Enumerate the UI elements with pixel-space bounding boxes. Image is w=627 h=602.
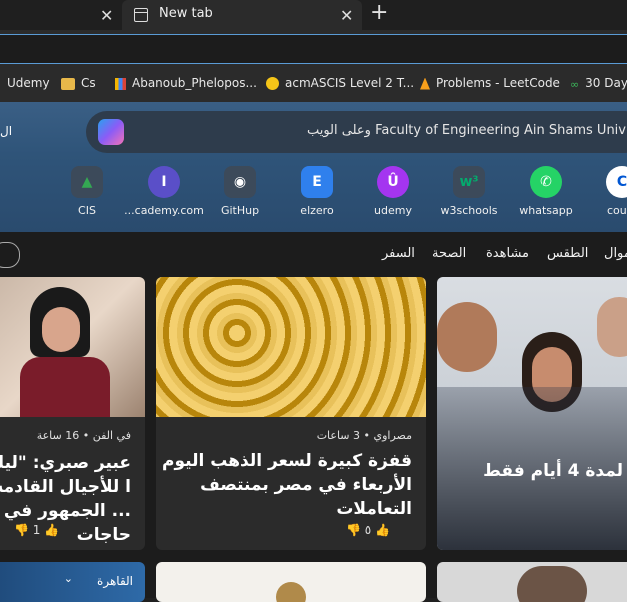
tab-new-tab[interactable]: New tab ✕ (122, 0, 362, 30)
address-bar (0, 30, 627, 66)
shortcut-cis[interactable]: ▲ CIS (47, 166, 127, 217)
category-watch[interactable]: مشاهدة (486, 246, 529, 261)
news-image (0, 277, 145, 417)
search-box[interactable]: Faculty of Engineering Ain Shams Univ وع… (86, 111, 627, 153)
news-image (276, 582, 306, 602)
bookmark-30day[interactable]: ∞ 30 Day (570, 76, 627, 91)
folder-icon (61, 77, 75, 90)
chevron-down-icon[interactable]: ⌄ (64, 572, 73, 585)
bookmarks-bar: Udemy Cs Abanoub_Phelopos... acmASCIS Le… (0, 66, 627, 103)
address-input[interactable] (0, 34, 627, 64)
news-card[interactable]: في الفن • 16 ساعة عبير صبري: "ليلة ا للأ… (0, 277, 145, 550)
news-card[interactable] (437, 562, 627, 602)
bookmark-abanoub[interactable]: Abanoub_Phelopos... (115, 76, 257, 90)
shortcut-w3schools[interactable]: w³ w3schools (429, 166, 509, 217)
close-tab-icon[interactable]: ✕ (100, 6, 113, 25)
news-headline[interactable]: لمدة 4 أيام فقط (437, 459, 623, 483)
coursera-icon: C (606, 166, 627, 198)
bookmark-udemy[interactable]: Udemy (7, 76, 50, 90)
w3schools-icon: w³ (453, 166, 485, 198)
bar-chart-icon (115, 77, 126, 90)
new-tab-page-icon (134, 8, 148, 22)
leetcode-icon (420, 77, 430, 90)
bookmark-cs[interactable]: Cs (61, 76, 96, 90)
close-tab-icon[interactable]: ✕ (340, 6, 353, 25)
category-weather[interactable]: الطقس (547, 246, 588, 261)
shortcut-udemy[interactable]: Û udemy (353, 166, 433, 217)
github-icon: ◉ (224, 166, 256, 198)
copilot-icon[interactable] (98, 119, 124, 145)
shortcut-github[interactable]: ◉ GitHup (200, 166, 280, 217)
green-icon: ∞ (570, 77, 580, 91)
academy-icon: I (148, 166, 180, 198)
news-image (437, 277, 627, 550)
tab-title: New tab (159, 6, 213, 21)
news-card[interactable]: مصراوي • 3 ساعات قفزة كبيرة لسعر الذهب ا… (156, 277, 426, 550)
category-travel[interactable]: السفر (382, 246, 415, 261)
tab-bar: ✕ New tab ✕ + (0, 0, 627, 30)
reactions[interactable]: 👎 ٥ 👍 (346, 523, 390, 537)
shortcut-coursera[interactable]: C cours (582, 166, 627, 217)
news-source: في الفن • 16 ساعة (36, 429, 131, 442)
search-input[interactable]: Faculty of Engineering Ain Shams Univ وع… (307, 123, 626, 138)
bookmark-acmascis[interactable]: acmASCIS Level 2 T... (266, 76, 414, 90)
hero-edge-text: ال (0, 124, 13, 138)
news-image (517, 566, 587, 602)
news-card[interactable] (156, 562, 426, 602)
weather-city: القاهرة (97, 574, 133, 588)
hero-section: ال Faculty of Engineering Ain Shams Univ… (0, 102, 627, 232)
news-image (156, 277, 426, 417)
reactions[interactable]: 👎 1 👍 (14, 523, 59, 537)
shortcut-elzero[interactable]: E elzero (277, 166, 357, 217)
category-health[interactable]: الصحة (432, 246, 466, 261)
bookmark-leetcode[interactable]: Problems - LeetCode (420, 76, 560, 90)
whatsapp-icon: ✆ (530, 166, 562, 198)
news-source: مصراوي • 3 ساعات (316, 429, 412, 442)
elzero-icon: E (301, 166, 333, 198)
new-tab-button[interactable]: + (370, 2, 388, 24)
weather-card[interactable]: القاهرة ⌄ (0, 562, 145, 602)
news-card-featured[interactable]: لمدة 4 أيام فقط (437, 277, 627, 550)
category-bar: السفر الصحة مشاهدة الطقس موال (0, 232, 627, 276)
news-feed: السفر الصحة مشاهدة الطقس موال في الفن • … (0, 232, 627, 602)
news-headline[interactable]: قفزة كبيرة لسعر الذهب اليوم الأربعاء في … (162, 449, 412, 521)
personalize-icon[interactable] (0, 242, 20, 268)
tab-previous[interactable]: ✕ (0, 0, 122, 30)
category-finance[interactable]: موال (604, 246, 627, 261)
udemy-icon: Û (377, 166, 409, 198)
shortcut-academy[interactable]: I ...cademy.com (124, 166, 204, 217)
emoji-icon (266, 77, 279, 90)
google-drive-icon: ▲ (71, 166, 103, 198)
shortcut-whatsapp[interactable]: ✆ whatsapp (506, 166, 586, 217)
